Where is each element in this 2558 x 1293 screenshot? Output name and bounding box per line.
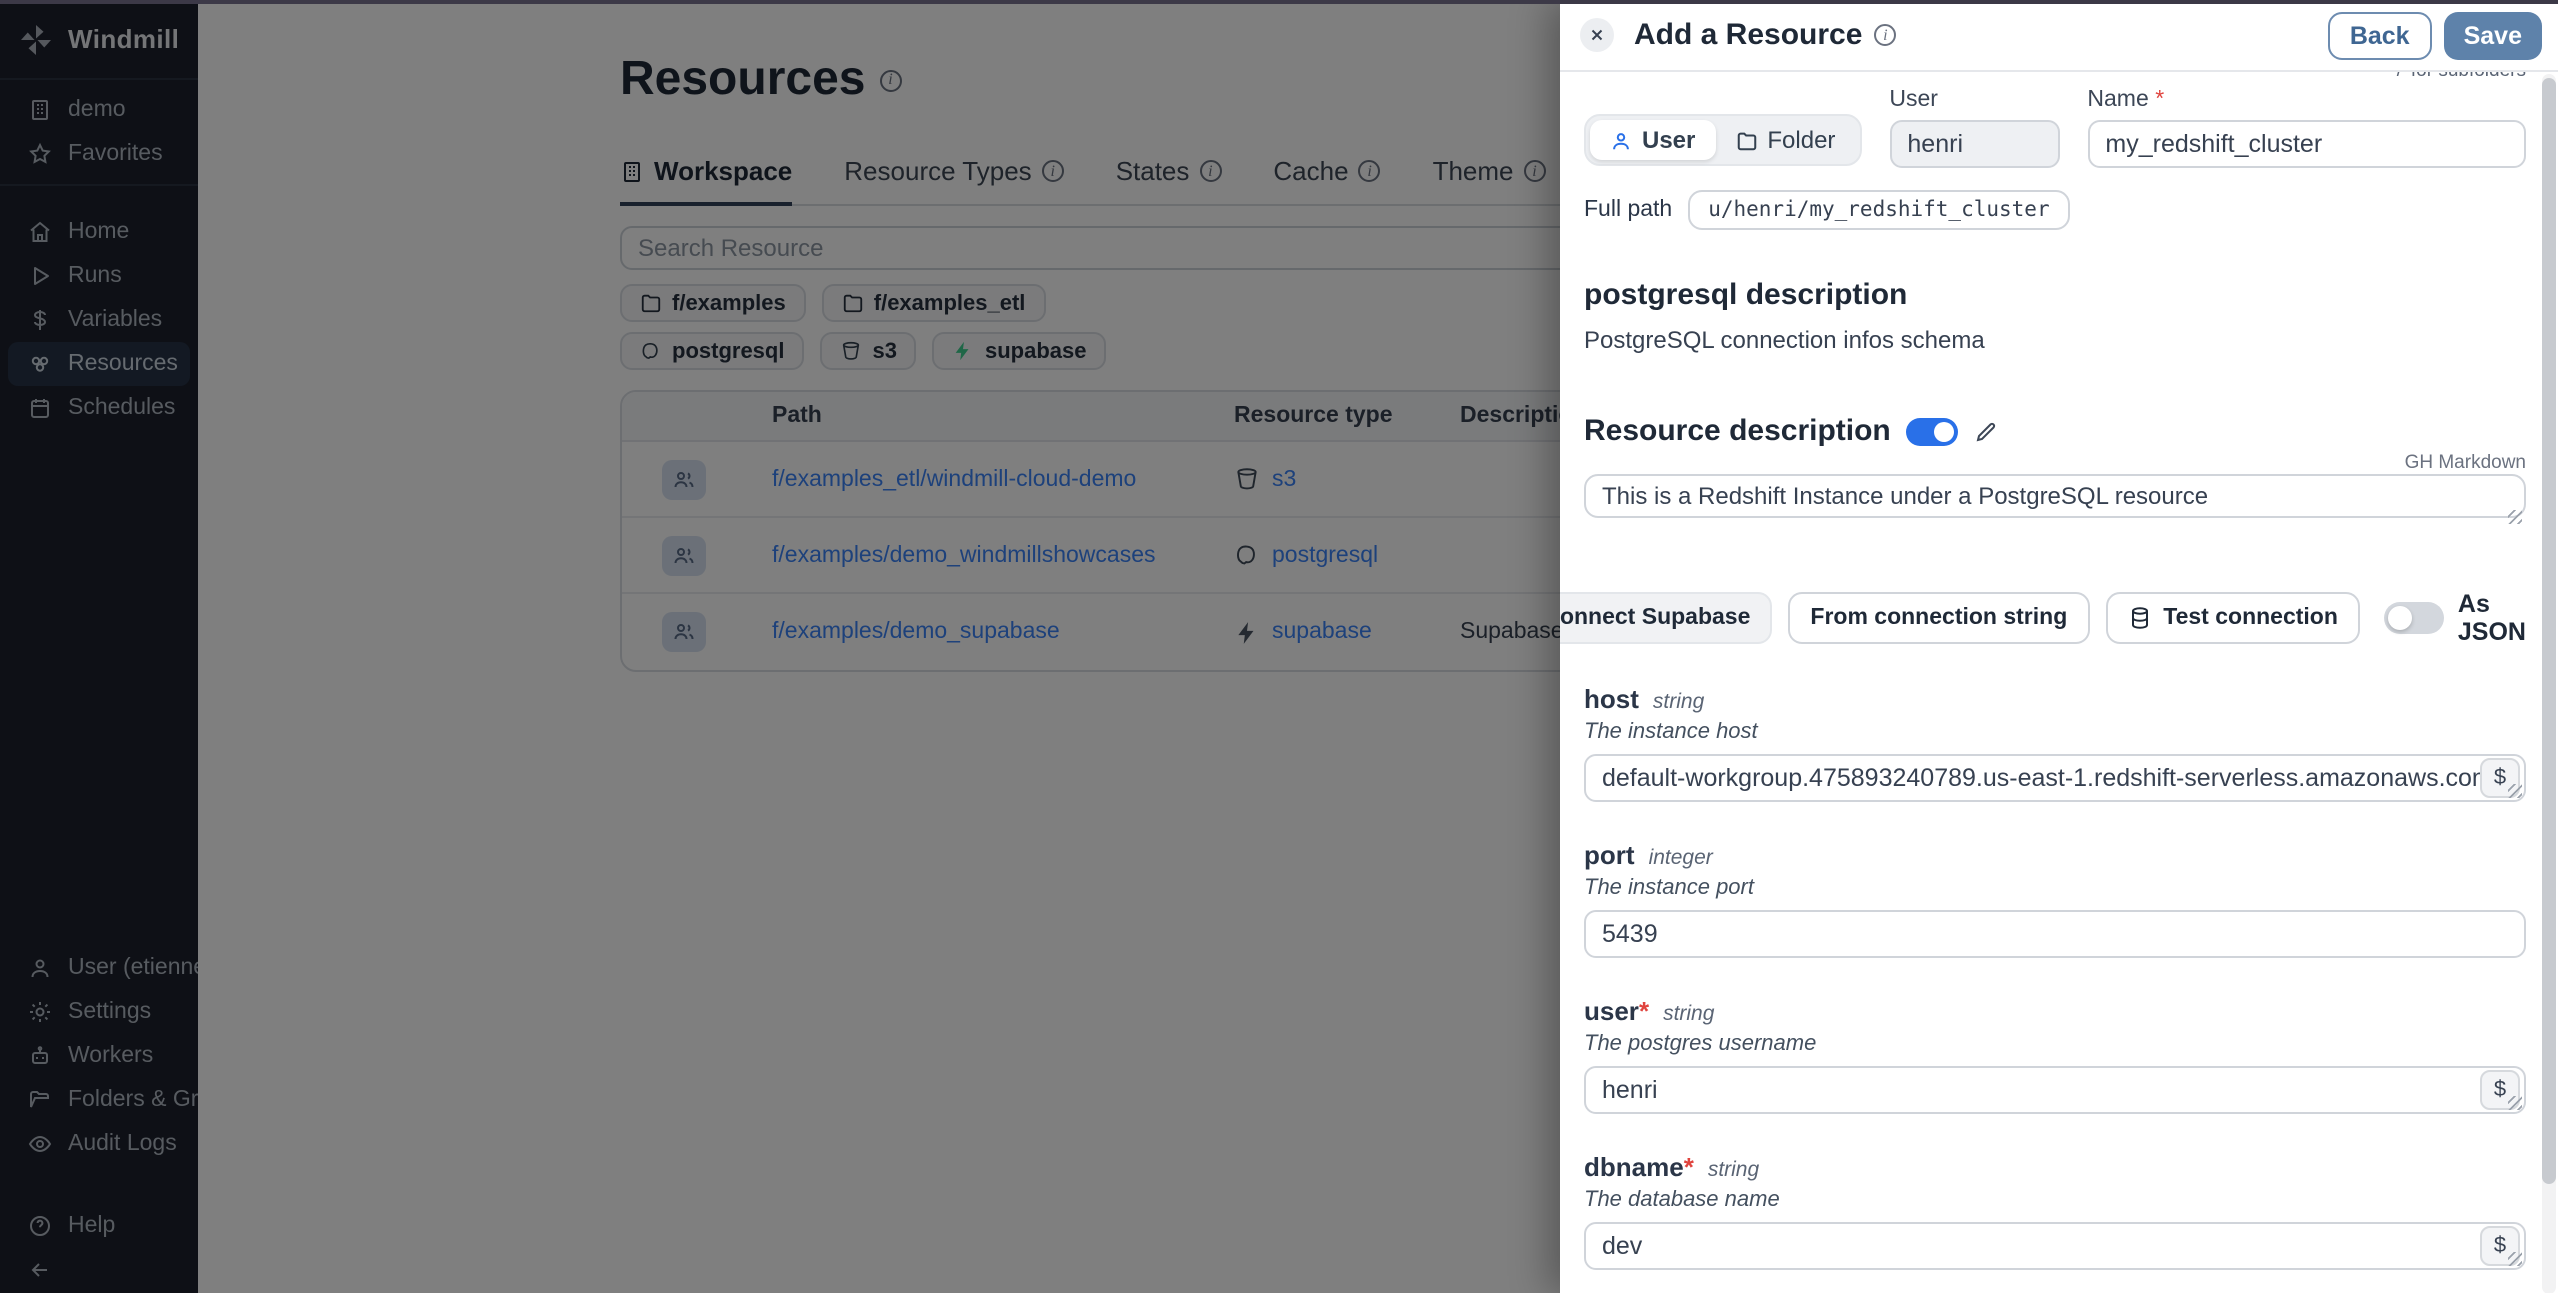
full-path-row: Full path u/henri/my_redshift_cluster [1584,190,2526,230]
port-input[interactable] [1584,910,2526,958]
connect-supabase-button[interactable]: Connect Supabase [1560,592,1772,644]
name-input[interactable] [2087,120,2526,168]
field-description: The database name [1584,1188,2526,1212]
field-type: string [1708,1158,1759,1182]
resource-description-title: Resource description [1584,414,1891,448]
user-field-label: User [1889,88,2059,112]
button-label: Connect Supabase [1560,606,1750,630]
drawer-body: User Folder User '/' for sub [1560,72,2558,1293]
folder-icon [1735,129,1757,151]
host-input[interactable] [1584,754,2526,802]
field-user: user* string The postgres username $ [1584,996,2526,1114]
top-strip [0,0,2558,4]
gh-markdown-label: GH Markdown [1584,452,2526,474]
owner-kind-toggle: User Folder [1584,114,1861,166]
description-textarea[interactable]: This is a Redshift Instance under a Post… [1584,474,2526,518]
as-json-toggle[interactable] [2384,602,2444,634]
database-icon [2127,606,2151,630]
add-resource-drawer: Add a Resource Back Save User [1560,0,2558,1293]
required-asterisk: * [2155,88,2164,112]
info-icon[interactable] [1874,24,1896,46]
required-asterisk: * [1684,1152,1694,1182]
variable-picker-button[interactable]: $ [2480,758,2520,798]
person-icon [1610,129,1632,151]
as-json-label: As JSON [2458,590,2526,646]
subfolders-hint: '/' for subfolders [2393,72,2526,82]
dbname-input[interactable] [1584,1222,2526,1270]
variable-picker-button[interactable]: $ [2480,1226,2520,1266]
owner-input[interactable] [1889,120,2059,168]
description-toggle[interactable] [1907,417,1959,445]
owner-user-label: User [1642,126,1695,154]
name-label-text: Name [2087,88,2148,112]
owner-user-option[interactable]: User [1590,120,1715,160]
user-input[interactable] [1584,1066,2526,1114]
field-description: The postgres username [1584,1032,2526,1056]
field-name-text: user [1584,996,1639,1026]
pencil-icon[interactable] [1975,419,1999,443]
field-type: string [1653,690,1704,714]
name-field-label: Name * [2087,88,2526,112]
full-path-value: u/henri/my_redshift_cluster [1688,190,2069,230]
required-asterisk: * [1639,996,1649,1026]
save-button[interactable]: Save [2444,11,2542,59]
app-stage: Windmill demo Favorites [0,0,2558,1293]
resource-description-row: Resource description [1584,414,2526,448]
field-name: port [1584,840,1635,870]
schema-description: PostgreSQL connection infos schema [1584,326,2526,354]
actions-row: Connect Supabase From connection string … [1584,590,2526,646]
full-path-label: Full path [1584,198,1672,222]
button-label: From connection string [1810,606,2067,630]
owner-folder-option[interactable]: Folder [1715,120,1855,160]
button-label: Test connection [2163,606,2338,630]
from-connection-string-button[interactable]: From connection string [1788,592,2089,644]
variable-picker-button[interactable]: $ [2480,1070,2520,1110]
owner-folder-label: Folder [1767,126,1835,154]
field-description: The instance host [1584,720,2526,744]
owner-field: User [1889,88,2059,168]
field-dbname: dbname* string The database name $ [1584,1152,2526,1270]
field-name: dbname* [1584,1152,1694,1182]
field-name-text: dbname [1584,1152,1684,1182]
close-icon[interactable] [1580,18,1614,52]
schema-title: postgresql description [1584,278,2526,312]
field-name: user* [1584,996,1649,1026]
field-port: port integer The instance port [1584,840,2526,958]
back-button[interactable]: Back [2328,11,2432,59]
field-type: string [1663,1002,1714,1026]
path-builder-row: User Folder User '/' for sub [1584,88,2526,168]
field-host: host string The instance host $ [1584,684,2526,802]
field-type: integer [1649,846,1713,870]
test-connection-button[interactable]: Test connection [2105,592,2360,644]
drawer-title: Add a Resource [1634,18,1862,52]
drawer-scrollbar-thumb[interactable] [2542,78,2556,1184]
as-json-control: As JSON [2384,590,2526,646]
name-field: '/' for subfolders Name * [2087,88,2526,168]
field-name: host [1584,684,1639,714]
field-description: The instance port [1584,876,2526,900]
drawer-header: Add a Resource Back Save [1560,0,2558,72]
